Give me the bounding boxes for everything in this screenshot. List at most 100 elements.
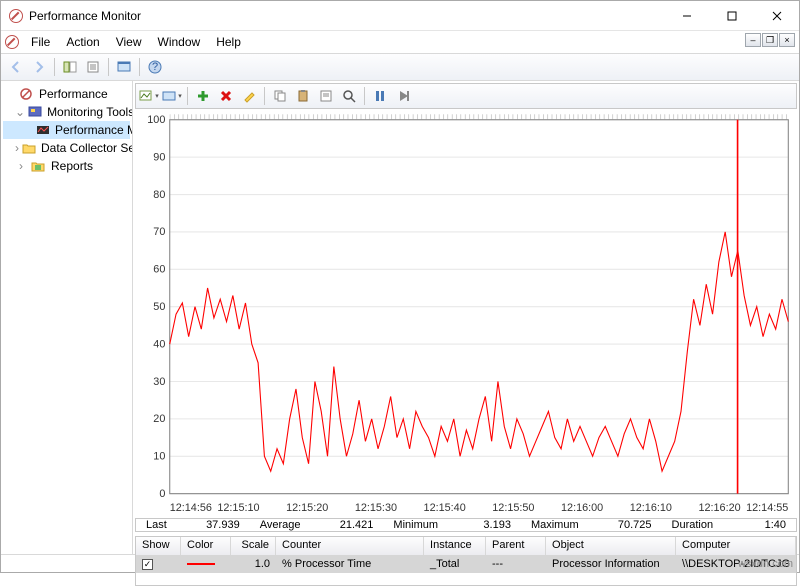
- view-type-button[interactable]: [138, 85, 160, 107]
- svg-text:12:15:50: 12:15:50: [492, 502, 534, 514]
- cell-parent: ---: [486, 558, 546, 570]
- watermark-text: wsxdn.com: [738, 558, 793, 570]
- svg-text:0: 0: [159, 488, 165, 500]
- show-hide-tree-button[interactable]: [59, 56, 81, 78]
- navigation-tree[interactable]: Performance ⌄ Monitoring Tools Performan…: [1, 81, 133, 554]
- svg-text:20: 20: [153, 413, 165, 425]
- show-checkbox[interactable]: ✓: [142, 559, 153, 570]
- maximize-button[interactable]: [709, 2, 754, 30]
- table-header[interactable]: Show Color Scale Counter Instance Parent…: [136, 537, 796, 555]
- performance-chart[interactable]: 0 10 20 30 40 50 60 70 80 90 100 12:14:56 12:15:10 12…: [135, 111, 797, 516]
- stat-minimum-label: Minimum: [383, 519, 442, 531]
- menu-bar: File Action View Window Help – ❐ ×: [1, 31, 799, 53]
- main-toolbar: ?: [1, 53, 799, 81]
- col-counter[interactable]: Counter: [276, 537, 424, 555]
- properties-button[interactable]: [315, 85, 337, 107]
- col-instance[interactable]: Instance: [424, 537, 486, 555]
- mdi-restore-button[interactable]: ❐: [762, 33, 778, 47]
- counter-table[interactable]: Show Color Scale Counter Instance Parent…: [135, 536, 797, 586]
- svg-text:30: 30: [153, 376, 165, 388]
- svg-text:?: ?: [152, 61, 158, 73]
- forward-button[interactable]: [28, 56, 50, 78]
- folder-icon: [22, 140, 36, 156]
- back-button[interactable]: [5, 56, 27, 78]
- table-row[interactable]: ✓ 1.0 % Processor Time _Total --- Proces…: [136, 555, 796, 573]
- svg-text:70: 70: [153, 226, 165, 238]
- delete-counter-button[interactable]: [215, 85, 237, 107]
- console-window-button[interactable]: [113, 56, 135, 78]
- col-object[interactable]: Object: [546, 537, 676, 555]
- stat-last-label: Last: [136, 519, 171, 531]
- stat-average-label: Average: [250, 519, 305, 531]
- reports-icon: [30, 158, 46, 174]
- expand-icon[interactable]: ›: [15, 141, 19, 155]
- minimize-button[interactable]: [664, 2, 709, 30]
- menu-window[interactable]: Window: [150, 33, 209, 51]
- properties-button[interactable]: [82, 56, 104, 78]
- tree-node-data-collector-sets[interactable]: › Data Collector Sets: [3, 139, 130, 157]
- svg-text:12:14:56: 12:14:56: [170, 502, 212, 514]
- svg-text:80: 80: [153, 189, 165, 201]
- zoom-button[interactable]: [161, 85, 183, 107]
- tree-node-monitoring-tools[interactable]: ⌄ Monitoring Tools: [3, 103, 130, 121]
- chart-svg: 0 10 20 30 40 50 60 70 80 90 100 12:14:56 12:15:10 12…: [135, 111, 797, 516]
- cell-scale: 1.0: [231, 558, 276, 570]
- svg-text:12:15:20: 12:15:20: [286, 502, 328, 514]
- color-swatch: [187, 563, 215, 565]
- tree-node-performance[interactable]: Performance: [3, 85, 130, 103]
- stat-minimum-value: 3.193: [442, 519, 521, 531]
- svg-text:40: 40: [153, 338, 165, 350]
- close-button[interactable]: [754, 2, 799, 30]
- zoom-selection-button[interactable]: [338, 85, 360, 107]
- mdi-minimize-button[interactable]: –: [745, 33, 761, 47]
- svg-text:90: 90: [153, 151, 165, 163]
- menu-file[interactable]: File: [23, 33, 58, 51]
- svg-text:12:15:40: 12:15:40: [424, 502, 466, 514]
- cell-object: Processor Information: [546, 558, 676, 570]
- stat-duration-label: Duration: [662, 519, 718, 531]
- svg-text:12:15:30: 12:15:30: [355, 502, 397, 514]
- perf-icon: [18, 86, 34, 102]
- svg-text:10: 10: [153, 451, 165, 463]
- svg-text:12:14:55: 12:14:55: [746, 502, 788, 514]
- app-icon-small: [5, 35, 19, 49]
- copy-button[interactable]: [269, 85, 291, 107]
- svg-text:12:16:10: 12:16:10: [630, 502, 672, 514]
- col-color[interactable]: Color: [181, 537, 231, 555]
- svg-text:60: 60: [153, 264, 165, 276]
- update-button[interactable]: [392, 85, 414, 107]
- app-icon: [9, 9, 23, 23]
- col-parent[interactable]: Parent: [486, 537, 546, 555]
- paste-button[interactable]: [292, 85, 314, 107]
- freeze-button[interactable]: [369, 85, 391, 107]
- add-counter-button[interactable]: [192, 85, 214, 107]
- expand-icon[interactable]: ›: [15, 159, 27, 173]
- stat-maximum-label: Maximum: [521, 519, 583, 531]
- collapse-icon[interactable]: ⌄: [15, 105, 25, 119]
- highlight-button[interactable]: [238, 85, 260, 107]
- cell-counter: % Processor Time: [276, 558, 424, 570]
- col-computer[interactable]: Computer: [676, 537, 796, 555]
- stat-duration-value: 1:40: [717, 519, 796, 531]
- col-show[interactable]: Show: [136, 537, 181, 555]
- menu-action[interactable]: Action: [58, 33, 107, 51]
- svg-text:12:16:00: 12:16:00: [561, 502, 603, 514]
- stat-average-value: 21.421: [305, 519, 384, 531]
- help-button[interactable]: ?: [144, 56, 166, 78]
- mdi-close-button[interactable]: ×: [779, 33, 795, 47]
- folder-icon: [28, 104, 42, 120]
- col-scale[interactable]: Scale: [231, 537, 276, 555]
- stat-last-value: 37.939: [171, 519, 250, 531]
- title-bar: Performance Monitor: [1, 1, 799, 31]
- cell-instance: _Total: [424, 558, 486, 570]
- tree-node-reports[interactable]: › Reports: [3, 157, 130, 175]
- svg-text:12:16:20: 12:16:20: [698, 502, 740, 514]
- menu-help[interactable]: Help: [208, 33, 249, 51]
- window-title: Performance Monitor: [29, 9, 141, 23]
- menu-view[interactable]: View: [108, 33, 150, 51]
- svg-text:50: 50: [153, 301, 165, 313]
- svg-text:12:15:10: 12:15:10: [217, 502, 259, 514]
- content-panel: 0 10 20 30 40 50 60 70 80 90 100 12:14:56 12:15:10 12…: [133, 81, 799, 554]
- tree-node-performance-monitor[interactable]: Performance Monitor: [3, 121, 130, 139]
- svg-text:100: 100: [147, 114, 165, 126]
